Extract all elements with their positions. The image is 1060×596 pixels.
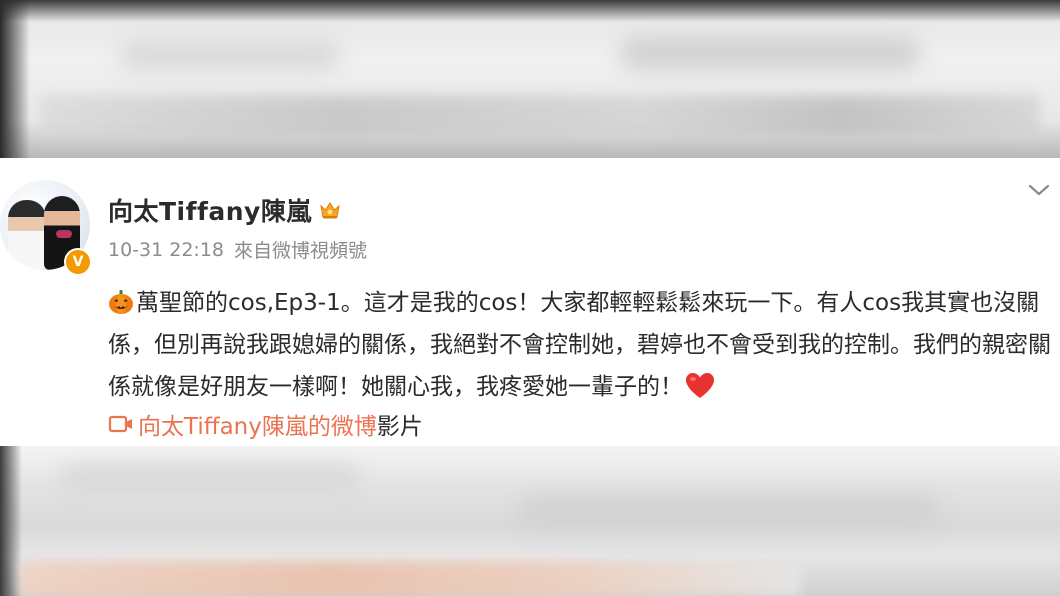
weibo-post-card: V 向太Tiffany陳嵐 10-31 22:18 來自微博視頻號 萬聖節的co… <box>0 158 1060 446</box>
crown-icon <box>320 202 340 219</box>
pumpkin-emoji-icon <box>109 290 133 314</box>
video-camera-icon <box>108 415 132 433</box>
blurred-background-top <box>0 0 1060 158</box>
blurred-background-bottom <box>0 446 1060 596</box>
video-label: 影片 <box>376 414 423 440</box>
blur-shape <box>60 466 360 492</box>
avatar-person-left <box>8 200 46 270</box>
red-heart-emoji-icon <box>686 373 714 398</box>
name-row: 向太Tiffany陳嵐 <box>108 192 342 228</box>
verified-badge-icon: V <box>64 248 92 276</box>
post-source[interactable]: 來自微博視頻號 <box>234 236 367 263</box>
post-body-text: 萬聖節的cos,Ep3-1。這才是我的cos！大家都輕輕鬆鬆來玩一下。有人cos… <box>108 290 1051 400</box>
username[interactable]: 向太Tiffany陳嵐 <box>108 192 312 228</box>
blur-shape <box>620 36 920 70</box>
video-owner-link[interactable]: 向太Tiffany陳嵐的微博 <box>138 407 377 441</box>
blur-shape <box>520 496 940 526</box>
chevron-down-icon[interactable] <box>1027 178 1051 202</box>
post-body: 萬聖節的cos,Ep3-1。這才是我的cos！大家都輕輕鬆鬆來玩一下。有人cos… <box>108 282 1052 408</box>
post-meta: 10-31 22:18 來自微博視頻號 <box>108 236 367 263</box>
video-link[interactable]: 向太Tiffany陳嵐的微博 影片 <box>108 407 423 441</box>
post-timestamp[interactable]: 10-31 22:18 <box>108 239 224 261</box>
blur-shape <box>120 40 340 70</box>
